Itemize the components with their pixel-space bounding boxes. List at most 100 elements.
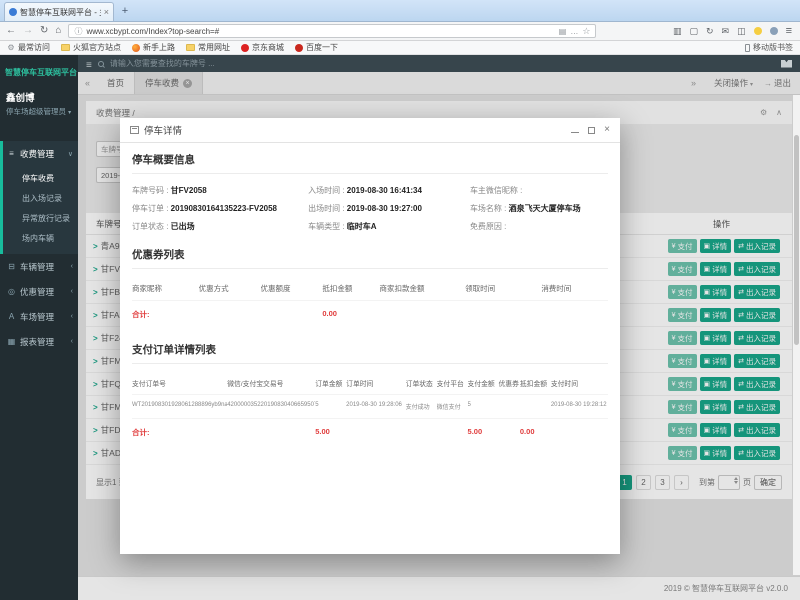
extension-icon-gray[interactable] [770,27,778,35]
sidebar-item-list[interactable]: ≡收费管理∨ [3,141,78,166]
sidebar-subitem[interactable]: 异常放行记录 [3,208,78,228]
scrollbar-thumb[interactable] [794,135,799,345]
payment-cell [520,394,551,418]
payment-total-cell [551,418,608,446]
new-tab-button[interactable] [116,5,134,21]
bookmark-label: 京东商城 [252,42,284,53]
app-brand: 智慧停车互联网平台 [0,55,78,84]
user-role[interactable]: 停车场超级管理员 [0,106,78,125]
close-icon[interactable] [604,125,610,135]
coupon-header-cell: 优惠方式 [199,278,261,300]
bookmark-label: 常用网址 [198,42,230,53]
dialog-title: 停车详情 [144,123,182,137]
payment-header-cell: 抵扣金额 [520,373,551,394]
extension-icon-yellow[interactable] [754,27,762,35]
sidebar-item-label: 车场管理 [20,311,54,323]
bookmark-item[interactable]: 京东商城 [241,42,284,53]
site-info-icon[interactable] [74,26,82,37]
coupon-total-cell [541,300,608,328]
payment-cell: 4200000352201908304066595073 [227,394,315,418]
bookmark-item[interactable]: 常用网址 [186,42,230,53]
coupon-total-cell [261,300,323,328]
parking-detail-dialog: 停车详情 停车概要信息 车牌号码 : 甘FV2058入场时间 : 2019-08… [120,118,620,554]
parking-icon: A [7,312,16,321]
screenshot-icon[interactable] [737,27,746,36]
chevron-closed-icon: ‹ [71,338,73,345]
url-bar[interactable]: www.xcbypt.com/Index?top-search=# [68,24,596,38]
sync-icon[interactable] [706,27,714,36]
browser-tab[interactable]: 智慧停车互联网平台 - 主页 [4,2,114,21]
user-name: 鑫创博 [0,84,78,106]
payment-header-cell: 支付平台 [437,373,468,394]
summary-field: 出场时间 : 2019-08-30 19:27:00 [308,201,470,216]
sidebar-item-parking[interactable]: A车场管理‹ [3,304,78,329]
chevron-closed-icon: ‹ [71,288,73,295]
browser-menu-icon[interactable] [786,26,792,37]
forward-icon[interactable] [23,26,33,36]
url-text[interactable]: www.xcbypt.com/Index?top-search=# [86,27,554,36]
payment-cell: WT201908301928061288896yb9na5ej [132,394,227,418]
sidebar-subitem[interactable]: 场内车辆 [3,228,78,248]
payment-cell: 微信支付 [437,394,468,418]
summary-field: 车辆类型 : 临时车A [308,219,470,234]
jd-icon [241,44,249,52]
payment-header-cell: 支付时间 [551,373,608,394]
bookmark-item[interactable]: 火狐官方站点 [61,42,121,53]
sidebar-item-car[interactable]: ⊟车辆管理‹ [3,254,78,279]
coupon-total-cell: 合计: [132,300,199,328]
browser-titlebar: 智慧停车互联网平台 - 主页 [0,0,800,22]
payment-total-row: 合计:5.005.000.00 [132,418,608,446]
back-icon[interactable] [6,26,16,36]
chevron-open-icon: ∨ [68,150,73,158]
sidebar-subitem[interactable]: 停车收费 [3,168,78,188]
sidebar-group-report: ▦报表管理‹ [0,329,78,354]
maximize-icon[interactable] [588,127,595,134]
payment-total-cell [406,418,437,446]
browser-tab-title: 智慧停车互联网平台 - 主页 [20,7,101,18]
bookmark-label: 新手上路 [143,42,175,53]
page-actions-menu-icon[interactable] [570,27,578,36]
payment-table-body: WT201908301928061288896yb9na5ej420000035… [132,394,608,418]
payment-section: 支付订单详情列表 支付订单号微信/支付宝交易号订单金额订单时间订单状态支付平台支… [132,342,608,446]
tab-close-icon[interactable] [104,7,109,17]
home-icon[interactable] [55,26,61,36]
folder-icon [61,44,70,51]
dialog-titlebar[interactable]: 停车详情 [120,118,620,143]
page-scrollbar[interactable] [793,95,800,575]
library-icon[interactable] [673,27,682,36]
coupon-header-cell: 消费时间 [541,278,608,300]
payment-table-header: 支付订单号微信/支付宝交易号订单金额订单时间订单状态支付平台支付金额优惠券抵扣金… [132,373,608,394]
payment-cell: 2019-08-30 19:28:12 [551,394,608,418]
sidebar-item-discount[interactable]: ◎优惠管理‹ [3,279,78,304]
sidebar-group-discount: ◎优惠管理‹ [0,279,78,304]
chevron-down-icon [68,107,71,116]
messages-icon[interactable] [722,27,730,36]
bookmark-item[interactable]: 新手上路 [132,42,175,53]
summary-field: 车主微信昵称 : [470,183,608,198]
minimize-icon[interactable] [571,132,579,133]
payment-row: WT201908301928061288896yb9na5ej420000035… [132,394,608,418]
coupon-total-cell [199,300,261,328]
page-action-icon[interactable] [559,27,567,36]
coupon-header-cell: 领取时间 [465,278,541,300]
chevron-closed-icon: ‹ [71,263,73,270]
payment-total-cell: 0.00 [520,418,551,446]
list-icon: ≡ [7,149,16,158]
sidebar-toggle-icon[interactable] [689,27,698,36]
bookmark-label: 火狐官方站点 [73,42,121,53]
sidebar-subitem[interactable]: 出入场记录 [3,188,78,208]
reload-icon[interactable] [40,26,48,36]
sidebar-item-report[interactable]: ▦报表管理‹ [3,329,78,354]
sidebar: 智慧停车互联网平台 鑫创博 停车场超级管理员 ≡收费管理∨停车收费出入场记录异常… [0,55,78,600]
sidebar-menu: ≡收费管理∨停车收费出入场记录异常放行记录场内车辆⊟车辆管理‹◎优惠管理‹A车场… [0,141,78,354]
bookmark-item[interactable]: 最常访问 [7,42,50,53]
coupon-header-cell: 抵扣金额 [322,278,379,300]
sidebar-item-label: 车辆管理 [20,261,54,273]
firefox-icon [132,44,140,52]
bookmark-mobile[interactable]: 移动版书签 [745,42,793,53]
sidebar-group-parking: A车场管理‹ [0,304,78,329]
summary-field: 车场名称 : 酒泉飞天大厦停车场 [470,201,608,216]
coupon-section: 优惠券列表 商家昵称优惠方式优惠额度抵扣金额商家扣款金额领取时间消费时间 合计:… [132,247,608,328]
bookmark-item[interactable]: 百度一下 [295,42,338,53]
bookmark-star-icon[interactable] [582,26,590,37]
